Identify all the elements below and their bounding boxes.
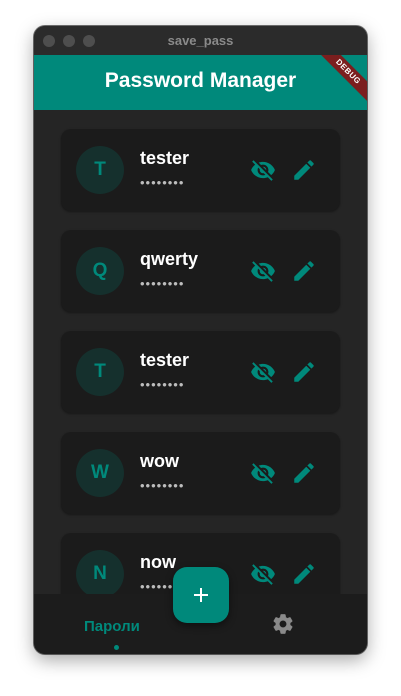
app-bar: Password Manager DEBUG [34,55,367,110]
entry-name: qwerty [140,249,199,269]
password-card[interactable]: T tester •••••••• [61,331,340,413]
entry-password: •••••••• [140,478,185,493]
gear-icon[interactable] [271,612,295,636]
password-list[interactable]: T tester •••••••• Q qwerty •••••••• T te… [34,110,367,594]
avatar: Q [76,247,124,295]
entry-name: tester [140,148,190,168]
visibility-off-icon[interactable] [250,460,276,486]
visibility-off-icon[interactable] [250,359,276,385]
window-title: save_pass [167,33,234,48]
avatar: N [76,550,124,594]
entry-name: now [140,552,176,572]
password-card[interactable]: W wow •••••••• [61,432,340,514]
password-card[interactable]: Q qwerty •••••••• [61,230,340,312]
entry-password: •••••••• [140,276,185,291]
add-password-button[interactable] [173,567,229,623]
edit-icon[interactable] [291,157,317,183]
avatar: T [76,348,124,396]
entry-name: tester [140,350,190,370]
visibility-off-icon[interactable] [250,258,276,284]
active-indicator [114,645,119,650]
entry-name: wow [140,451,179,471]
edit-icon[interactable] [291,561,317,587]
avatar: T [76,146,124,194]
edit-icon[interactable] [291,460,317,486]
edit-icon[interactable] [291,258,317,284]
entry-password: •••••••• [140,175,185,190]
app-window: save_pass Password Manager DEBUG T teste… [34,26,367,654]
edit-icon[interactable] [291,359,317,385]
nav-item-passwords[interactable]: Пароли [84,618,140,635]
password-card[interactable]: T tester •••••••• [61,129,340,211]
avatar: W [76,449,124,497]
visibility-off-icon[interactable] [250,157,276,183]
visibility-off-icon[interactable] [250,561,276,587]
window-titlebar[interactable]: save_pass [34,26,367,56]
page-title: Password Manager [104,69,297,92]
entry-password: •••••••• [140,377,185,392]
plus-icon [194,588,208,602]
